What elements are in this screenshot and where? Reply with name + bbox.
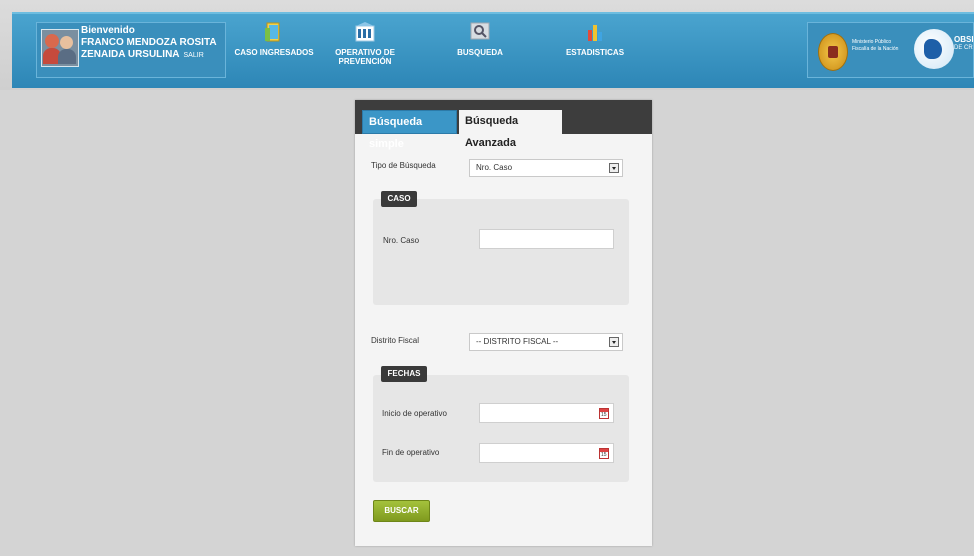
chart-icon [588,25,602,41]
nav-caso-ingresados-label: CASO INGRESADOS [234,48,314,57]
observatorio-text: OBSERVATO DE CRIMINAL [954,35,973,51]
logout-link[interactable]: SALIR [184,52,204,59]
nav-busqueda[interactable]: BUSQUEDA [450,20,510,57]
fin-operativo-label: Fin de operativo [382,448,440,457]
user-info: Bienvenido FRANCO MENDOZA ROSITA ZENAIDA… [81,25,217,62]
nro-caso-label: Nro. Caso [383,236,420,245]
tab-busqueda-avanzada[interactable]: Búsqueda Avanzada [459,110,562,149]
user-avatar-icon [41,29,79,67]
buscar-button[interactable]: BUSCAR [373,500,430,522]
tab-busqueda-simple[interactable]: Búsqueda simple [362,110,457,150]
ministry-text: Ministerio Público Fiscalía de la Nación [852,39,899,52]
user-name-line1: FRANCO MENDOZA ROSITA [81,37,217,48]
ministry-seal-icon [818,33,848,71]
nav-estadisticas-label: ESTADISTICAS [565,48,625,57]
caso-fieldset [373,199,629,305]
institution-logos: Ministerio Público Fiscalía de la Nación… [807,22,974,78]
welcome-text: Bienvenido [81,25,135,36]
distrito-fiscal-select[interactable]: -- DISTRITO FISCAL -- [469,333,623,351]
user-box: Bienvenido FRANCO MENDOZA ROSITA ZENAIDA… [36,22,226,78]
nro-caso-input[interactable] [479,229,614,249]
nav-busqueda-label: BUSQUEDA [457,48,503,57]
nav-estadisticas[interactable]: ESTADISTICAS [560,20,630,57]
fin-operativo-input[interactable] [479,443,614,463]
folder-icon [265,22,280,42]
user-name-line2: ZENAIDA URSULINA [81,49,180,60]
tipo-busqueda-value: Nro. Caso [476,163,513,172]
chevron-down-icon [609,163,619,173]
fechas-legend: FECHAS [381,366,427,382]
nav-caso-ingresados[interactable]: CASO INGRESADOS [229,20,319,57]
distrito-fiscal-value: -- DISTRITO FISCAL -- [476,337,559,346]
inicio-operativo-input[interactable] [479,403,614,423]
tipo-busqueda-select[interactable]: Nro. Caso [469,159,623,177]
distrito-fiscal-label: Distrito Fiscal [371,336,420,345]
nav-operativo-label-2: PREVENCIÓN [338,57,392,66]
nav-operativo-label-1: OPERATIVO DE [335,48,395,57]
globe-icon [914,29,954,69]
caso-legend: CASO [381,191,417,207]
app-header: Bienvenido FRANCO MENDOZA ROSITA ZENAIDA… [12,12,974,88]
inicio-operativo-label: Inicio de operativo [382,409,447,418]
tipo-busqueda-label: Tipo de Búsqueda [371,161,436,170]
calendar-icon[interactable]: 15 [599,448,609,459]
search-icon [470,22,490,40]
nav-operativo-prevencion[interactable]: OPERATIVO DE PREVENCIÓN [330,20,400,66]
fechas-fieldset [373,375,629,482]
calendar-icon[interactable]: 15 [599,408,609,419]
tab-bar: Búsqueda simple Búsqueda Avanzada [355,100,652,150]
building-icon [355,22,375,42]
chevron-down-icon [609,337,619,347]
